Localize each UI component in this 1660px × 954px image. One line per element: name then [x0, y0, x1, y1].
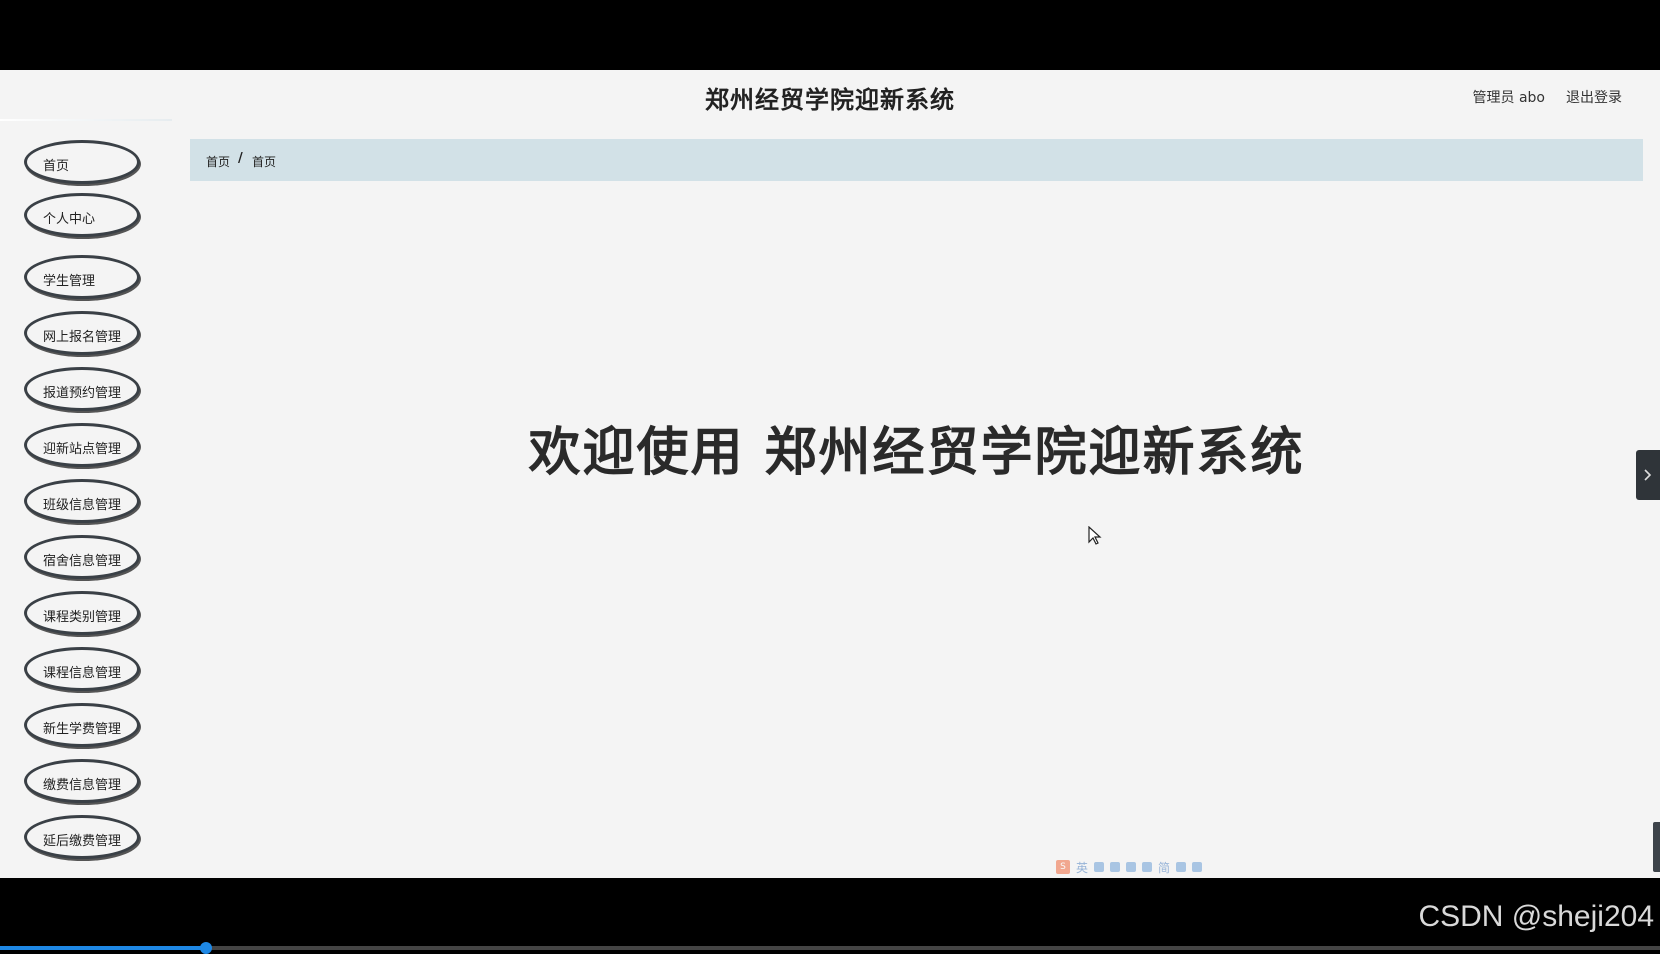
moon-icon[interactable] [1094, 862, 1105, 872]
scroll-handle[interactable] [1653, 822, 1660, 872]
sidebar-item-label: 网上报名管理 [43, 330, 122, 345]
breadcrumb: 首页 / 首页 [190, 139, 1643, 181]
sidebar-item-home[interactable]: 首页 [24, 140, 140, 184]
keyboard-icon[interactable] [1126, 862, 1137, 872]
sidebar-item-dormitory-info[interactable]: 宿舍信息管理 [24, 535, 140, 579]
breadcrumb-separator: / [238, 151, 243, 166]
sidebar-item-label: 迎新站点管理 [43, 442, 122, 457]
sidebar-item-label: 缴费信息管理 [43, 778, 122, 793]
top-header: 郑州经贸学院迎新系统 管理员 abo 退出登录 [0, 70, 1660, 121]
sidebar-item-label: 班级信息管理 [43, 498, 122, 513]
breadcrumb-home[interactable]: 首页 [206, 153, 230, 170]
sidebar-item-tuition[interactable]: 新生学费管理 [24, 703, 140, 747]
expand-panel-button[interactable] [1636, 450, 1660, 500]
sidebar-item-course-category[interactable]: 课程类别管理 [24, 591, 140, 635]
sidebar-item-student-management[interactable]: 学生管理 [24, 255, 140, 299]
settings-gear-icon[interactable] [1192, 862, 1203, 872]
sidebar-item-label: 首页 [43, 159, 70, 174]
sidebar-item-label: 新生学费管理 [43, 722, 122, 737]
welcome-heading: 欢迎使用 郑州经贸学院迎新系统 [528, 423, 1305, 483]
header-divider [0, 119, 172, 121]
sidebar-item-payment-info[interactable]: 缴费信息管理 [24, 759, 140, 803]
sidebar-item-online-registration[interactable]: 网上报名管理 [24, 311, 140, 355]
sidebar-item-deferred-payment[interactable]: 延后缴费管理 [24, 815, 140, 859]
sidebar-item-welcome-station[interactable]: 迎新站点管理 [24, 423, 140, 467]
sidebar-item-label: 个人中心 [43, 212, 96, 227]
sidebar-item-label: 延后缴费管理 [43, 834, 122, 849]
video-frame: 郑州经贸学院迎新系统 管理员 abo 退出登录 首页 个人中心 学生管理 网上报… [0, 0, 1660, 954]
sidebar-item-label: 宿舍信息管理 [43, 554, 122, 569]
sidebar-item-label: 学生管理 [43, 274, 96, 289]
logout-link[interactable]: 退出登录 [1566, 87, 1622, 107]
sidebar-item-label: 报道预约管理 [43, 386, 122, 401]
sidebar-item-class-info[interactable]: 班级信息管理 [24, 479, 140, 523]
sidebar-menu: 首页 个人中心 学生管理 网上报名管理 报道预约管理 迎新站点管理 班级信息管理… [0, 140, 172, 878]
sidebar-item-label: 课程信息管理 [43, 666, 122, 681]
sidebar-item-course-info[interactable]: 课程信息管理 [24, 647, 140, 691]
current-user-label: 管理员 abo [1472, 90, 1545, 106]
skin-icon[interactable] [1176, 862, 1187, 872]
sidebar-item-personal-center[interactable]: 个人中心 [24, 193, 140, 237]
punctuation-icon[interactable] [1110, 862, 1121, 872]
app-window: 郑州经贸学院迎新系统 管理员 abo 退出登录 首页 个人中心 学生管理 网上报… [0, 70, 1660, 878]
user-icon[interactable] [1142, 862, 1153, 872]
sidebar-item-label: 课程类别管理 [43, 610, 122, 625]
ime-logo-icon: S [1056, 860, 1070, 874]
breadcrumb-current: 首页 [252, 155, 277, 169]
site-title: 郑州经贸学院迎新系统 [705, 86, 955, 114]
mouse-pointer-icon [1088, 526, 1102, 545]
ime-simplified-mode[interactable]: 简 [1158, 859, 1170, 876]
video-progress-bar[interactable] [0, 942, 1660, 954]
video-progress-handle[interactable] [199, 942, 212, 954]
ime-toolbar[interactable]: S 英 简 [1056, 858, 1203, 876]
watermark-text: CSDN @sheji204 [1418, 900, 1654, 933]
video-progress-fill [0, 946, 206, 950]
sidebar-item-report-appointment[interactable]: 报道预约管理 [24, 367, 140, 411]
chevron-right-icon [1644, 469, 1652, 481]
ime-language-mode[interactable]: 英 [1076, 859, 1088, 876]
